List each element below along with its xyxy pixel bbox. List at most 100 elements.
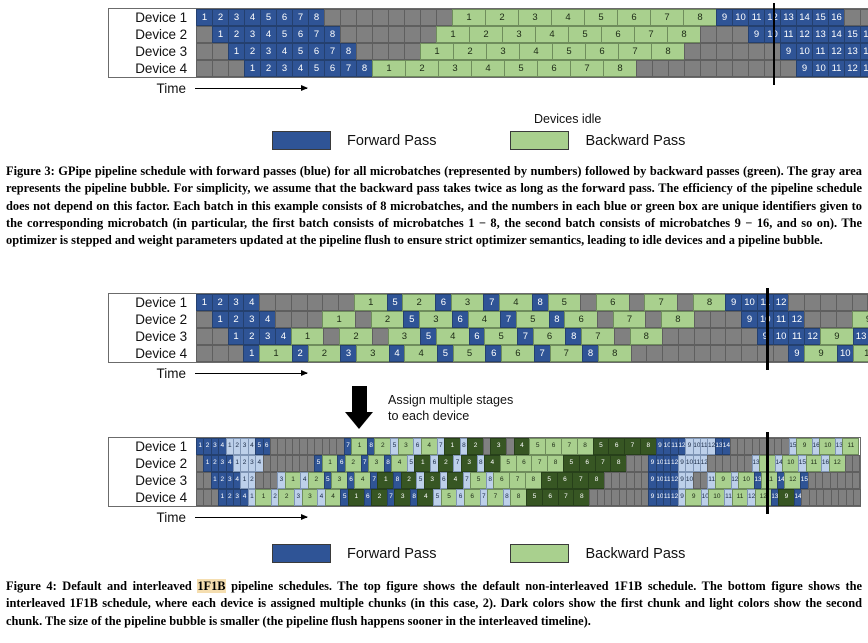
idle-cell [772, 345, 790, 362]
idle-cell [851, 455, 861, 472]
schedule-cell: 7 [594, 455, 612, 472]
schedule-cell: 8 [576, 438, 594, 455]
schedule-cell: 2 [291, 345, 309, 362]
schedule-cell: 4 [244, 9, 261, 26]
idle-cell [388, 9, 405, 26]
idle-cell [630, 345, 648, 362]
idle-cell [662, 345, 679, 362]
device-row: Device 212341234516273845162738456785678… [109, 455, 861, 472]
pipeline-flush-line [773, 3, 776, 85]
device-row: Device 412341122334451627384556677885678… [109, 489, 862, 506]
schedule-cell: 2 [307, 472, 325, 489]
schedule-cell: 9 [788, 345, 806, 362]
idle-cell [652, 60, 669, 77]
schedule-cell: 9 [796, 438, 813, 455]
device-row: Device 112341526374856789101112910 [109, 294, 868, 311]
idle-cell [748, 60, 765, 77]
schedule-cell: 6 [463, 489, 481, 506]
schedule-cell: 9 [725, 294, 743, 311]
schedule-cell: 4 [259, 311, 276, 328]
schedule-cell: 1 [228, 43, 245, 60]
schedule-cell: 7 [549, 345, 584, 362]
idle-cell [259, 294, 276, 311]
schedule-cell: 10 [796, 43, 813, 60]
schedule-cell: 2 [371, 489, 388, 506]
schedule-cell: 2 [374, 438, 392, 455]
schedule-cell: 7 [612, 311, 647, 328]
schedule-cell: 10 [738, 472, 755, 489]
schedule-cell: 7 [340, 60, 357, 77]
idle-cell [372, 43, 389, 60]
device-timeline: 1 2 3 4 1 2 3 4 5 1 6 2 7 3 8 4 5 1 6 2 7 3 8 4 5 6 7 8 5 6 7 8 9 10 11 12 9… [196, 455, 861, 472]
figure-4-top-rows: Device 112341526374856789101112910Device… [108, 293, 868, 363]
schedule-cell: 10 [819, 438, 837, 455]
idle-cell [693, 345, 711, 362]
idle-cell [645, 311, 663, 328]
schedule-cell: 1 [259, 345, 293, 362]
device-label-2: Device 2 [135, 456, 187, 471]
schedule-cell: 2 [227, 311, 245, 328]
figure-3-rows: Device 11234567812345678910111213141516D… [108, 8, 868, 78]
idle-cell [684, 43, 701, 60]
idle-cell [748, 43, 765, 60]
schedule-cell: 9 [780, 43, 797, 60]
schedule-cell: 3 [259, 328, 276, 345]
schedule-cell: 6 [537, 60, 571, 77]
idle-cell [804, 311, 822, 328]
schedule-cell: 5 [308, 60, 325, 77]
idle-cell [677, 328, 695, 345]
schedule-cell: 5 [440, 489, 458, 506]
schedule-cell: 1 [284, 472, 302, 489]
schedule-cell: 1 [244, 60, 261, 77]
figure-4-top-time-axis: Time [108, 366, 868, 381]
schedule-cell: 1 [452, 9, 486, 26]
figure-3-caption: Figure 3: GPipe pipeline schedule with f… [6, 164, 862, 248]
legend-swatch-backward [510, 131, 570, 150]
schedule-cell: 1 [351, 438, 368, 455]
schedule-cell: 8 [547, 455, 564, 472]
schedule-cell: 2 [405, 60, 439, 77]
schedule-cell: 5 [276, 26, 293, 43]
assign-stages-line1: Assign multiple stages [388, 393, 514, 407]
schedule-cell: 4 [324, 489, 342, 506]
figure-4-bottom-rows: Device 112341234567182536471823456785678… [108, 437, 862, 507]
devices-idle-annotation: Devices idle [534, 112, 602, 126]
time-axis-label: Time [156, 81, 187, 96]
schedule-cell: 1 [372, 60, 406, 77]
schedule-cell: 7 [292, 9, 309, 26]
schedule-cell: 5 [504, 60, 538, 77]
idle-cell [404, 43, 421, 60]
schedule-cell: 7 [533, 345, 551, 362]
schedule-cell: 7 [624, 438, 641, 455]
schedule-cell: 7 [308, 26, 325, 43]
idle-cell [780, 60, 797, 77]
schedule-cell: 1 [196, 9, 213, 26]
schedule-cell: 7 [500, 311, 517, 328]
schedule-cell: 10 [836, 345, 854, 362]
schedule-cell: 7 [570, 60, 604, 77]
schedule-cell: 3 [450, 294, 485, 311]
device-label-3: Device 3 [135, 44, 187, 59]
idle-cell [227, 345, 245, 362]
schedule-cell: 14 [828, 26, 845, 43]
schedule-cell: 6 [595, 294, 630, 311]
schedule-cell: 4 [513, 438, 531, 455]
schedule-cell: 8 [565, 328, 583, 345]
schedule-cell: 13 [852, 328, 868, 345]
schedule-cell: 6 [292, 26, 309, 43]
schedule-cell: 6 [545, 438, 562, 455]
idle-cell [290, 294, 308, 311]
schedule-cell: 12 [828, 455, 846, 472]
schedule-cell: 1 [321, 455, 339, 472]
schedule-cell: 5 [386, 294, 404, 311]
device-row: Device 412345678123456789101112131415169… [109, 60, 868, 77]
idle-cell [646, 345, 664, 362]
schedule-cell: 10 [708, 489, 726, 506]
idle-cell [700, 26, 717, 43]
legend-label-forward-2: Forward Pass [347, 545, 437, 562]
figure-4-legend: Forward Pass Backward Pass [272, 544, 685, 563]
idle-cell [732, 43, 749, 60]
device-timeline: 1234567812345678910111213141516 [196, 26, 868, 43]
idle-cell [196, 60, 213, 77]
idle-cell [677, 345, 695, 362]
